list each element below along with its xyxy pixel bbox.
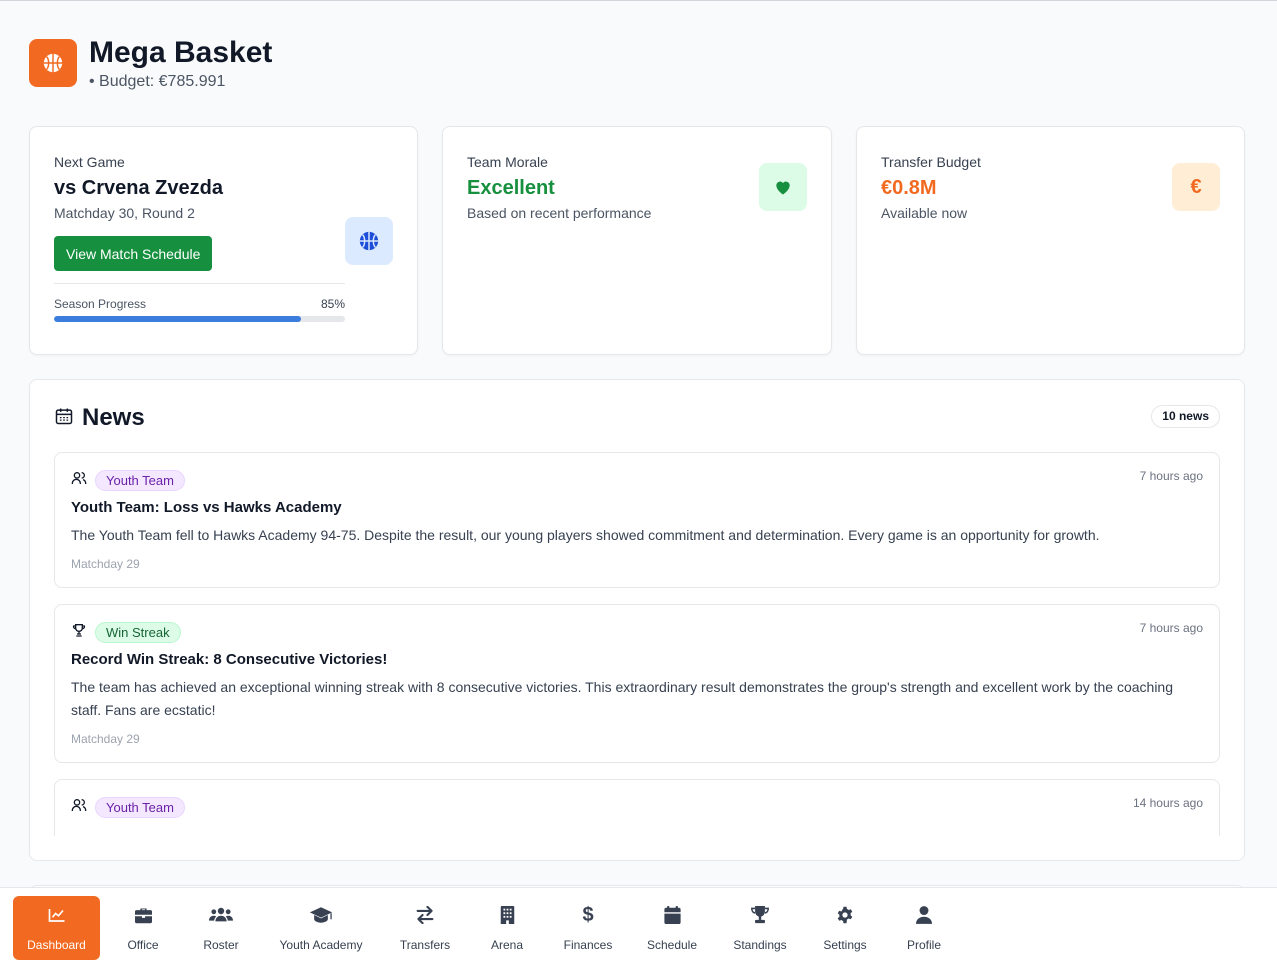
euro-icon: € bbox=[1172, 163, 1220, 211]
calendar-icon bbox=[54, 406, 74, 431]
nav-label: Schedule bbox=[646, 938, 698, 952]
user-icon bbox=[916, 904, 932, 926]
nav-office[interactable]: Office bbox=[117, 896, 169, 960]
trophy-icon bbox=[71, 622, 87, 643]
heart-icon bbox=[759, 163, 807, 211]
app-title: Mega Basket bbox=[89, 36, 273, 69]
nav-label: Arena bbox=[490, 938, 524, 952]
news-count-badge: 10 news bbox=[1151, 405, 1220, 428]
news-matchday: Matchday 29 bbox=[71, 732, 140, 746]
nav-label: Youth Academy bbox=[279, 938, 363, 952]
next-game-opponent: vs Crvena Zvezda bbox=[54, 177, 223, 199]
news-tag: Win Streak bbox=[95, 621, 181, 643]
nav-finances[interactable]: $ Finances bbox=[558, 896, 618, 960]
app-header: Mega Basket • Budget: €785.991 bbox=[29, 37, 272, 91]
season-progress-label: Season Progress bbox=[54, 297, 147, 311]
transfer-budget-value: €0.8M bbox=[881, 177, 937, 199]
gear-icon bbox=[836, 904, 854, 926]
nav-label: Profile bbox=[906, 938, 941, 952]
season-progress-percent: 85% bbox=[320, 297, 345, 311]
transfer-budget-card: Transfer Budget €0.8M Available now € bbox=[856, 126, 1245, 355]
exchange-icon bbox=[415, 904, 435, 926]
next-game-label: Next Game bbox=[54, 154, 125, 170]
team-morale-subtitle: Based on recent performance bbox=[467, 205, 652, 221]
nav-label: Office bbox=[127, 938, 159, 952]
nav-settings[interactable]: Settings bbox=[815, 896, 875, 960]
team-morale-card: Team Morale Excellent Based on recent pe… bbox=[442, 126, 832, 355]
building-icon bbox=[500, 904, 515, 926]
team-morale-value: Excellent bbox=[467, 177, 555, 199]
nav-roster[interactable]: Roster bbox=[195, 896, 247, 960]
users-icon bbox=[71, 470, 87, 491]
nav-schedule[interactable]: Schedule bbox=[642, 896, 702, 960]
nav-standings[interactable]: Standings bbox=[728, 896, 792, 960]
news-tag: Youth Team bbox=[95, 469, 185, 491]
news-matchday: Matchday 29 bbox=[71, 557, 140, 571]
nav-label: Standings bbox=[733, 938, 787, 952]
graduation-cap-icon bbox=[309, 904, 333, 926]
news-title: News bbox=[82, 404, 145, 431]
news-item[interactable]: Youth Team 7 hours ago Youth Team: Loss … bbox=[54, 452, 1220, 588]
next-game-card: Next Game vs Crvena Zvezda Matchday 30, … bbox=[29, 126, 418, 355]
basketball-icon bbox=[29, 39, 77, 87]
bottom-nav: Dashboard Office Roster Youth Academy Tr… bbox=[0, 887, 1277, 966]
transfer-budget-subtitle: Available now bbox=[881, 205, 968, 221]
nav-profile[interactable]: Profile bbox=[897, 896, 951, 960]
news-tag: Youth Team bbox=[95, 796, 185, 818]
news-panel: News 10 news Youth Team 7 hours ago Yout… bbox=[29, 379, 1245, 861]
news-item[interactable]: Youth Team 14 hours ago bbox=[54, 779, 1220, 836]
calendar-icon bbox=[663, 904, 681, 926]
news-time: 7 hours ago bbox=[1139, 469, 1203, 483]
news-body: The team has achieved an exceptional win… bbox=[71, 679, 1174, 718]
news-headline: Youth Team: Loss vs Hawks Academy bbox=[71, 499, 342, 516]
nav-label: Dashboard bbox=[27, 938, 86, 952]
nav-arena[interactable]: Arena bbox=[487, 896, 527, 960]
transfer-budget-label: Transfer Budget bbox=[881, 154, 981, 170]
news-time: 7 hours ago bbox=[1139, 621, 1203, 635]
nav-youth-academy[interactable]: Youth Academy bbox=[272, 896, 370, 960]
trophy-icon bbox=[750, 904, 770, 926]
view-match-schedule-button[interactable]: View Match Schedule bbox=[54, 236, 213, 271]
news-headline: Record Win Streak: 8 Consecutive Victori… bbox=[71, 651, 388, 668]
dollar-icon: $ bbox=[582, 903, 594, 926]
nav-label: Settings bbox=[823, 938, 867, 952]
budget-text: • Budget: €785.991 bbox=[89, 73, 226, 90]
briefcase-icon bbox=[134, 904, 153, 926]
team-morale-label: Team Morale bbox=[467, 154, 548, 170]
chart-line-icon bbox=[48, 904, 66, 926]
basketball-icon bbox=[345, 217, 393, 265]
nav-label: Finances bbox=[563, 938, 613, 952]
news-body: The Youth Team fell to Hawks Academy 94-… bbox=[71, 527, 1100, 543]
nav-transfers[interactable]: Transfers bbox=[395, 896, 455, 960]
nav-dashboard[interactable]: Dashboard bbox=[13, 896, 100, 960]
news-time: 14 hours ago bbox=[1132, 796, 1203, 810]
users-icon bbox=[71, 797, 87, 818]
divider bbox=[54, 283, 345, 284]
news-item[interactable]: Win Streak 7 hours ago Record Win Streak… bbox=[54, 604, 1220, 763]
users-icon bbox=[209, 904, 233, 926]
season-progress-bar bbox=[54, 316, 345, 322]
next-game-subtitle: Matchday 30, Round 2 bbox=[54, 205, 195, 221]
nav-label: Transfers bbox=[399, 938, 451, 952]
news-list: Youth Team 7 hours ago Youth Team: Loss … bbox=[54, 452, 1220, 836]
season-progress-fill bbox=[54, 316, 302, 322]
nav-label: Roster bbox=[203, 938, 239, 952]
